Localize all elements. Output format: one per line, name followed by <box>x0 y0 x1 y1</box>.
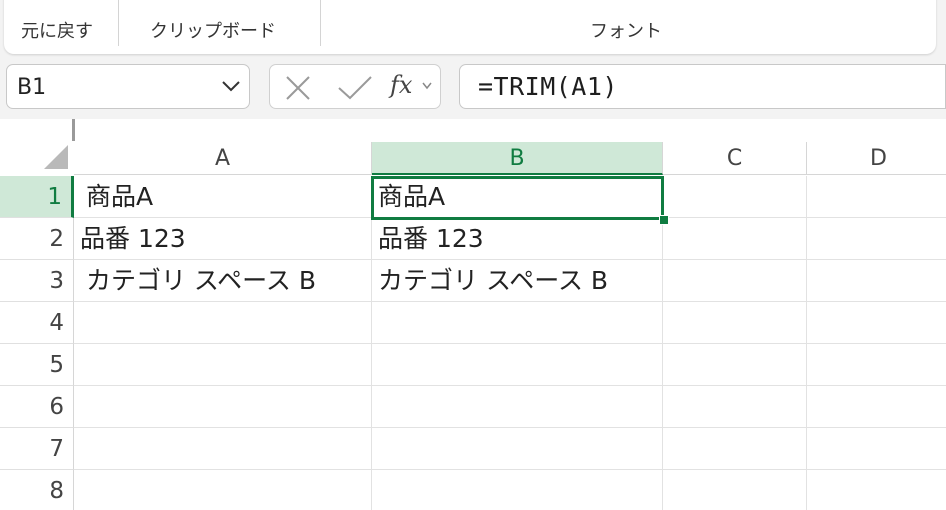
cell-a8[interactable] <box>74 470 372 510</box>
insert-function-button[interactable]: fx <box>390 71 412 99</box>
cell-b8[interactable] <box>372 470 663 510</box>
ribbon: 元に戻す クリップボード フォント <box>4 0 936 54</box>
clipboard-group-label: クリップボード <box>150 21 276 42</box>
split-handle[interactable] <box>72 119 75 141</box>
row-header-8[interactable]: 8 <box>0 470 74 510</box>
cell-c1[interactable] <box>663 176 807 218</box>
cell-a4[interactable] <box>74 302 372 344</box>
fill-handle[interactable] <box>659 215 669 225</box>
cell-d3[interactable] <box>807 260 946 302</box>
column-header-d[interactable]: D <box>807 142 946 175</box>
cell-b3[interactable]: カテゴリ スペース B <box>372 260 663 302</box>
formula-input[interactable]: =TRIM(A1) <box>459 64 946 109</box>
select-all-button[interactable] <box>0 142 75 175</box>
font-group-label: フォント <box>590 21 662 42</box>
name-box-value: B1 <box>17 75 47 100</box>
chevron-down-icon[interactable] <box>221 78 241 94</box>
cell-c3[interactable] <box>663 260 807 302</box>
cell-a6[interactable] <box>74 386 372 428</box>
cell-b1[interactable]: 商品A <box>372 176 663 218</box>
cell-d4[interactable] <box>807 302 946 344</box>
cell-c6[interactable] <box>663 386 807 428</box>
cell-d2[interactable] <box>807 218 946 260</box>
cell-c5[interactable] <box>663 344 807 386</box>
cell-b2[interactable]: 品番 123 <box>372 218 663 260</box>
name-box[interactable]: B1 <box>6 64 250 109</box>
row-header-7[interactable]: 7 <box>0 428 74 470</box>
cell-b7[interactable] <box>372 428 663 470</box>
cell-c7[interactable] <box>663 428 807 470</box>
cell-d5[interactable] <box>807 344 946 386</box>
ribbon-separator <box>118 0 119 46</box>
cell-a5[interactable] <box>74 344 372 386</box>
chevron-down-icon[interactable] <box>422 82 432 90</box>
cell-c8[interactable] <box>663 470 807 510</box>
ribbon-separator <box>320 0 321 46</box>
spreadsheet-grid[interactable]: A B C D 1 2 3 4 5 6 7 8 商品A 商品A 品番 123 品… <box>0 119 946 510</box>
cell-d8[interactable] <box>807 470 946 510</box>
undo-group-label[interactable]: 元に戻す <box>21 17 93 43</box>
cell-a7[interactable] <box>74 428 372 470</box>
cancel-icon[interactable] <box>284 75 312 101</box>
check-icon[interactable] <box>337 75 373 101</box>
row-header-2[interactable]: 2 <box>0 218 74 260</box>
row-header-4[interactable]: 4 <box>0 302 74 344</box>
cell-b4[interactable] <box>372 302 663 344</box>
column-header-c[interactable]: C <box>663 142 807 175</box>
cell-a1[interactable]: 商品A <box>74 176 372 218</box>
formula-buttons: fx <box>269 64 441 109</box>
cell-a2[interactable]: 品番 123 <box>74 218 372 260</box>
row-header-5[interactable]: 5 <box>0 344 74 386</box>
column-header-b[interactable]: B <box>372 142 663 175</box>
cell-d7[interactable] <box>807 428 946 470</box>
cell-b6[interactable] <box>372 386 663 428</box>
row-header-3[interactable]: 3 <box>0 260 74 302</box>
cell-c4[interactable] <box>663 302 807 344</box>
select-all-icon <box>44 145 68 169</box>
cell-d1[interactable] <box>807 176 946 218</box>
formula-text: =TRIM(A1) <box>478 72 618 101</box>
row-header-1[interactable]: 1 <box>0 176 74 218</box>
column-header-a[interactable]: A <box>74 142 372 175</box>
cell-c2[interactable] <box>663 218 807 260</box>
cell-a3[interactable]: カテゴリ スペース B <box>74 260 372 302</box>
cell-b5[interactable] <box>372 344 663 386</box>
row-header-6[interactable]: 6 <box>0 386 74 428</box>
cell-d6[interactable] <box>807 386 946 428</box>
